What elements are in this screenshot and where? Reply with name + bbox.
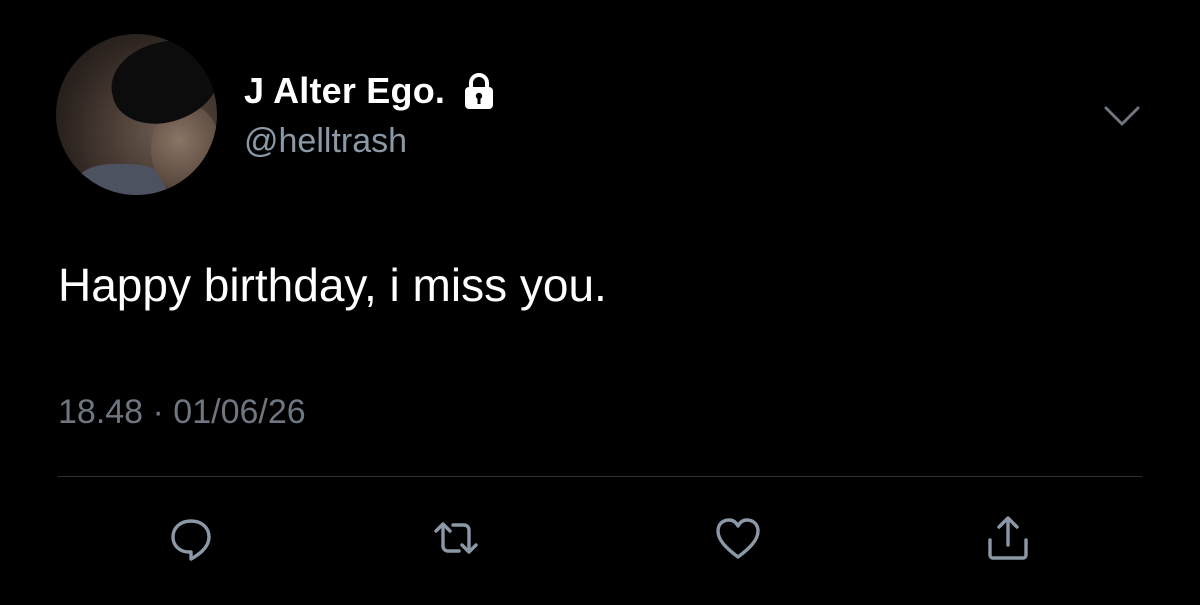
divider [58,476,1142,477]
avatar[interactable] [56,34,217,195]
retweet-button[interactable] [428,512,484,568]
tweet-text: Happy birthday, i miss you. [58,259,607,311]
share-icon [982,512,1034,569]
lock-icon [459,71,499,111]
heart-icon [712,512,764,569]
user-handle[interactable]: @helltrash [244,122,407,161]
timestamp[interactable]: 18.48 · 01/06/26 [58,393,306,432]
chevron-down-icon[interactable] [1102,100,1142,130]
share-button[interactable] [980,512,1036,568]
author-name-row: J Alter Ego. [244,70,499,112]
like-button[interactable] [710,512,766,568]
display-name[interactable]: J Alter Ego. [244,70,445,112]
reply-button[interactable] [163,512,219,568]
retweet-icon [430,512,482,569]
speech-bubble-icon [165,512,217,569]
